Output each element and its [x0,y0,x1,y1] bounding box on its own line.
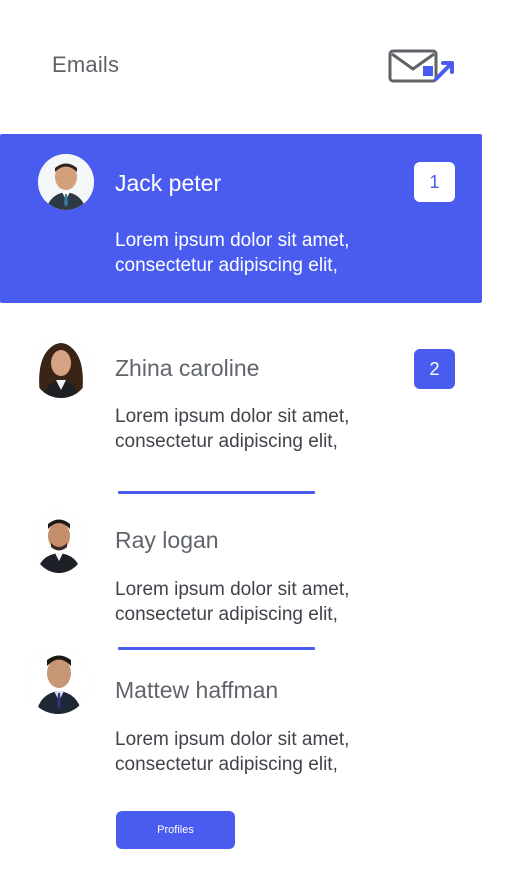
email-item-jack-peter[interactable]: Jack peter 1 Lorem ipsum dolor sit amet,… [0,134,482,303]
email-item-zhina-caroline[interactable]: Zhina caroline 2 Lorem ipsum dolor sit a… [0,334,482,464]
divider [118,491,315,494]
avatar [26,648,90,714]
unread-count-badge: 1 [414,162,455,202]
unread-count-badge: 2 [414,349,455,389]
avatar [32,511,86,573]
avatar [32,338,90,398]
avatar [38,154,94,210]
email-item-mattew-haffman[interactable]: Mattew haffman Lorem ipsum dolor sit ame… [0,648,482,788]
sender-name: Ray logan [115,527,219,553]
email-snippet: Lorem ipsum dolor sit amet, consectetur … [115,406,350,452]
email-snippet: Lorem ipsum dolor sit amet, consectetur … [115,230,350,276]
email-snippet: Lorem ipsum dolor sit amet, consectetur … [115,729,350,775]
sender-name: Jack peter [115,170,222,196]
email-item-ray-logan[interactable]: Ray logan Lorem ipsum dolor sit amet, co… [0,507,482,637]
profiles-button[interactable]: Profiles [116,811,235,849]
sender-name: Mattew haffman [115,677,279,703]
email-snippet: Lorem ipsum dolor sit amet, consectetur … [115,579,350,625]
sender-name: Zhina caroline [115,355,260,381]
mail-send-icon[interactable] [388,48,460,88]
page-title: Emails [52,52,120,77]
